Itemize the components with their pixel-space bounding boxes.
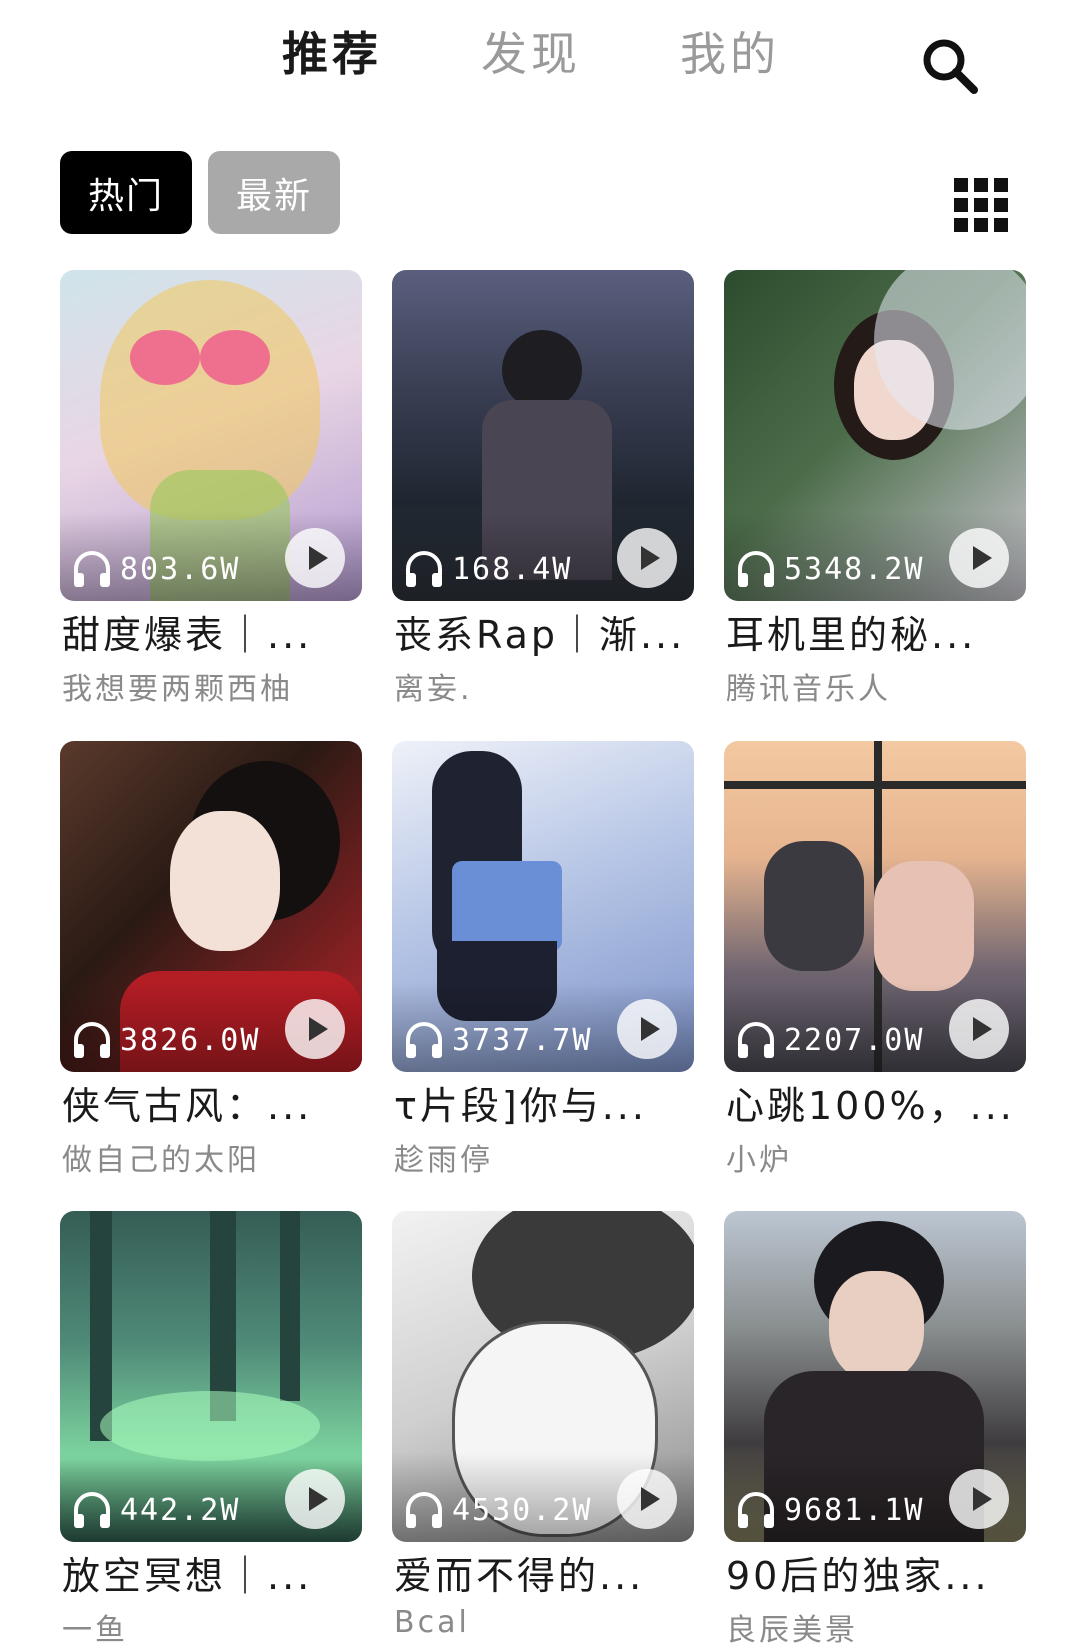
filter-chip-hot[interactable]: 热门	[60, 151, 192, 234]
playlist-author[interactable]: 趁雨停	[394, 1135, 694, 1179]
play-count: 9681.1W	[734, 1488, 924, 1532]
playlist-title[interactable]: 甜度爆表｜...	[62, 604, 362, 659]
playlist-cover[interactable]: 3826.0W	[60, 741, 362, 1072]
play-button-icon[interactable]	[284, 527, 346, 589]
playlist-cover[interactable]: 803.6W	[60, 270, 362, 601]
playlist-title[interactable]: 丧系Rap｜渐...	[394, 604, 694, 659]
tab-discover[interactable]: 发现	[481, 18, 581, 84]
filter-chip-latest[interactable]: 最新	[208, 151, 340, 234]
play-count-text: 803.6W	[120, 551, 241, 587]
playlist-title[interactable]: 放空冥想｜...	[62, 1545, 362, 1600]
play-count: 803.6W	[70, 547, 240, 591]
play-button-icon[interactable]	[948, 1468, 1010, 1530]
headphones-icon	[406, 1492, 442, 1528]
play-button-icon[interactable]	[284, 998, 346, 1060]
headphones-icon	[738, 551, 774, 587]
play-count-text: 4530.2W	[452, 1492, 593, 1528]
headphones-icon	[406, 1022, 442, 1058]
play-count: 5348.2W	[734, 547, 924, 591]
search-icon[interactable]	[920, 36, 980, 96]
grid-view-icon[interactable]	[952, 176, 1010, 234]
playlist-author[interactable]: 小炉	[726, 1135, 1026, 1179]
play-button-icon[interactable]	[616, 1468, 678, 1530]
playlist-cover[interactable]: 3737.7W	[392, 741, 694, 1072]
playlist-title[interactable]: 爱而不得的...	[394, 1545, 694, 1600]
play-count-text: 3737.7W	[452, 1022, 593, 1058]
play-button-icon[interactable]	[284, 1468, 346, 1530]
playlist-cover[interactable]: 4530.2W	[392, 1211, 694, 1542]
play-count: 442.2W	[70, 1488, 240, 1532]
playlist-author[interactable]: 一鱼	[62, 1605, 362, 1649]
headphones-icon	[74, 1492, 110, 1528]
play-count: 2207.0W	[734, 1018, 924, 1062]
playlist-title[interactable]: 耳机里的秘...	[726, 604, 1026, 659]
playlist-title[interactable]: 心跳100%，...	[726, 1075, 1026, 1130]
playlist-author[interactable]: 我想要两颗西柚	[62, 664, 362, 708]
play-count-text: 9681.1W	[784, 1492, 925, 1528]
play-count: 3737.7W	[402, 1018, 592, 1062]
playlist-title[interactable]: τ片段]你与...	[394, 1075, 694, 1130]
play-button-icon[interactable]	[948, 527, 1010, 589]
playlist-cover[interactable]: 5348.2W	[724, 270, 1026, 601]
play-button-icon[interactable]	[616, 527, 678, 589]
play-button-icon[interactable]	[616, 998, 678, 1060]
playlist-author[interactable]: 做自己的太阳	[62, 1135, 362, 1179]
play-count: 4530.2W	[402, 1488, 592, 1532]
playlist-cover[interactable]: 9681.1W	[724, 1211, 1026, 1542]
top-nav: 推荐 发现 我的	[0, 0, 1080, 110]
play-count: 168.4W	[402, 547, 572, 591]
play-count-text: 168.4W	[452, 551, 573, 587]
playlist-author[interactable]: Bcal	[394, 1605, 694, 1640]
tab-recommend[interactable]: 推荐	[282, 18, 382, 84]
playlist-author[interactable]: 腾讯音乐人	[726, 664, 1026, 708]
tab-mine[interactable]: 我的	[680, 18, 780, 84]
playlist-cover[interactable]: 442.2W	[60, 1211, 362, 1542]
play-count-text: 5348.2W	[784, 551, 925, 587]
headphones-icon	[74, 1022, 110, 1058]
playlist-author[interactable]: 良辰美景	[726, 1605, 1026, 1649]
playlist-author[interactable]: 离妄.	[394, 664, 694, 708]
play-count: 3826.0W	[70, 1018, 260, 1062]
headphones-icon	[74, 551, 110, 587]
headphones-icon	[738, 1022, 774, 1058]
play-count-text: 3826.0W	[120, 1022, 261, 1058]
playlist-title[interactable]: 90后的独家...	[726, 1545, 1026, 1600]
play-button-icon[interactable]	[948, 998, 1010, 1060]
playlist-cover[interactable]: 168.4W	[392, 270, 694, 601]
play-count-text: 2207.0W	[784, 1022, 925, 1058]
playlist-cover[interactable]: 2207.0W	[724, 741, 1026, 1072]
playlist-title[interactable]: 侠气古风：...	[62, 1075, 362, 1130]
play-count-text: 442.2W	[120, 1492, 241, 1528]
headphones-icon	[738, 1492, 774, 1528]
headphones-icon	[406, 551, 442, 587]
